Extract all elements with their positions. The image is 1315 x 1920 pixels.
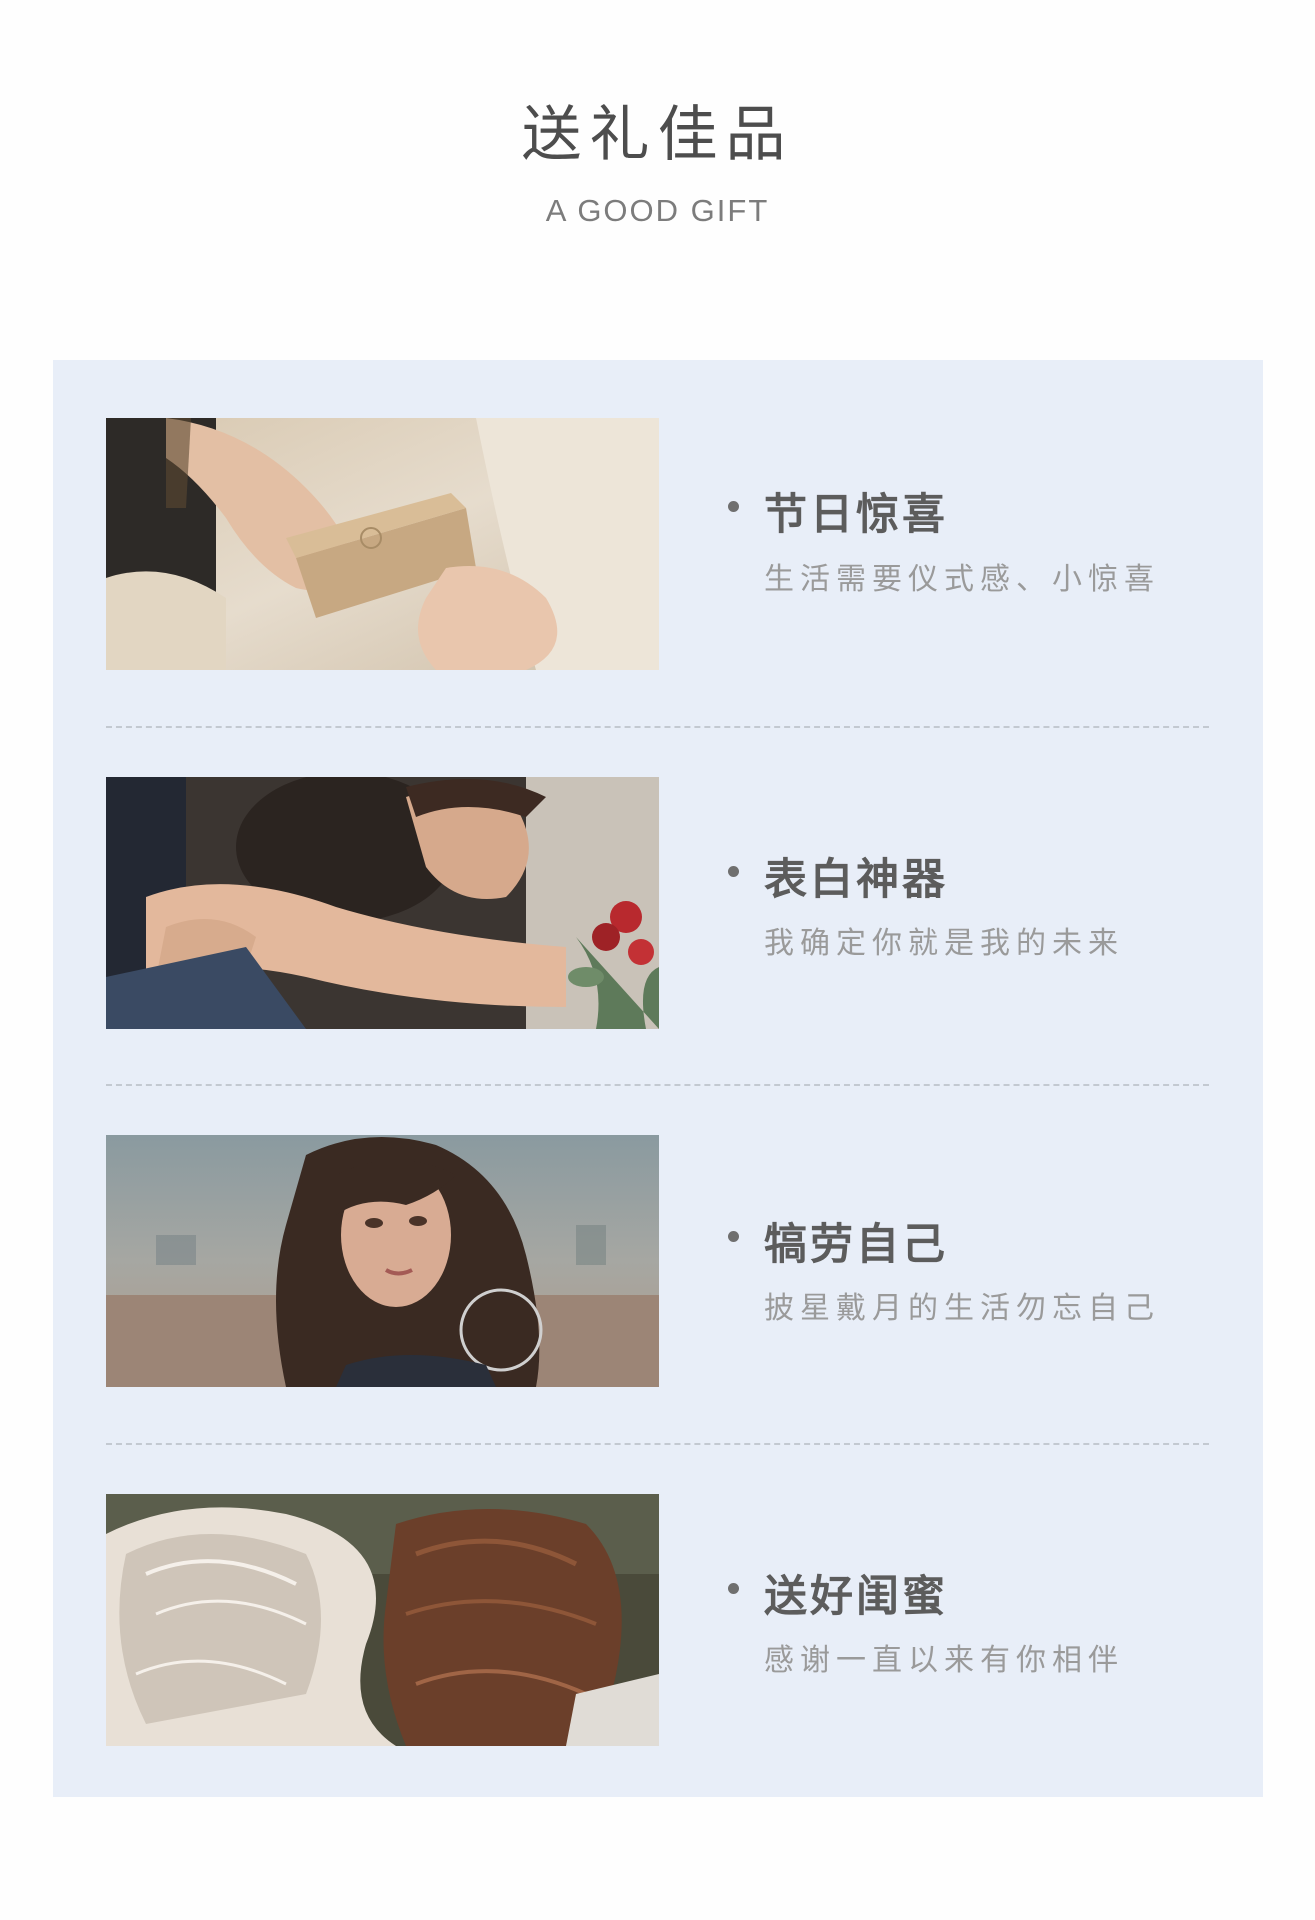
gift-item-desc: 披星戴月的生活勿忘自己 (764, 1291, 1160, 1326)
gift-item-title: 节日惊喜 (764, 490, 948, 540)
gift-info-confession: 表白神器 我确定你就是我的未来 (728, 777, 1188, 1029)
gift-info-holiday-surprise: 节日惊喜 生活需要仪式感、小惊喜 (728, 418, 1188, 670)
page-subtitle: A GOOD GIFT (545, 193, 770, 228)
gift-item-title: 送好闺蜜 (764, 1572, 948, 1622)
page-header: 送礼佳品 A GOOD GIFT (0, 95, 1315, 229)
bullet-dot (728, 1583, 739, 1594)
gift-item-desc: 感谢一直以来有你相伴 (764, 1643, 1124, 1678)
woman-portrait-image (106, 1135, 659, 1387)
page-title: 送礼佳品 (521, 100, 794, 170)
gift-item-title: 表白神器 (764, 855, 948, 905)
gift-item-best-friend[interactable]: 送好闺蜜 感谢一直以来有你相伴 (106, 1494, 1209, 1746)
gift-item-desc: 生活需要仪式感、小惊喜 (764, 562, 1160, 597)
dashed-divider (106, 726, 1209, 728)
dashed-divider (106, 1084, 1209, 1086)
dashed-divider (106, 1443, 1209, 1445)
gift-item-confession[interactable]: 表白神器 我确定你就是我的未来 (106, 777, 1209, 1029)
gift-item-holiday-surprise[interactable]: 节日惊喜 生活需要仪式感、小惊喜 (106, 418, 1209, 670)
bullet-dot (728, 501, 739, 512)
gift-photo-reward-yourself[interactable] (106, 1135, 659, 1387)
gift-photo-best-friend[interactable] (106, 1494, 659, 1746)
gift-info-best-friend: 送好闺蜜 感谢一直以来有你相伴 (728, 1494, 1188, 1746)
gift-page: 送礼佳品 A GOOD GIFT 节日惊喜 生活需要仪式感、小惊喜 表白神器 我… (0, 0, 1315, 1920)
gift-info-reward-yourself: 犒劳自己 披星戴月的生活勿忘自己 (728, 1135, 1188, 1387)
gift-list-panel: 节日惊喜 生活需要仪式感、小惊喜 表白神器 我确定你就是我的未来 犒劳自己 披星… (53, 360, 1263, 1797)
bullet-dot (728, 866, 739, 877)
gift-item-reward-yourself[interactable]: 犒劳自己 披星戴月的生活勿忘自己 (106, 1135, 1209, 1387)
bullet-dot (728, 1231, 739, 1242)
gift-photo-confession[interactable] (106, 777, 659, 1029)
two-friends-image (106, 1494, 659, 1746)
gift-photo-holiday-surprise[interactable] (106, 418, 659, 670)
couple-hug-image (106, 777, 659, 1029)
hands-gift-box-image (106, 418, 659, 670)
gift-item-title: 犒劳自己 (764, 1220, 948, 1270)
gift-item-desc: 我确定你就是我的未来 (764, 926, 1124, 961)
